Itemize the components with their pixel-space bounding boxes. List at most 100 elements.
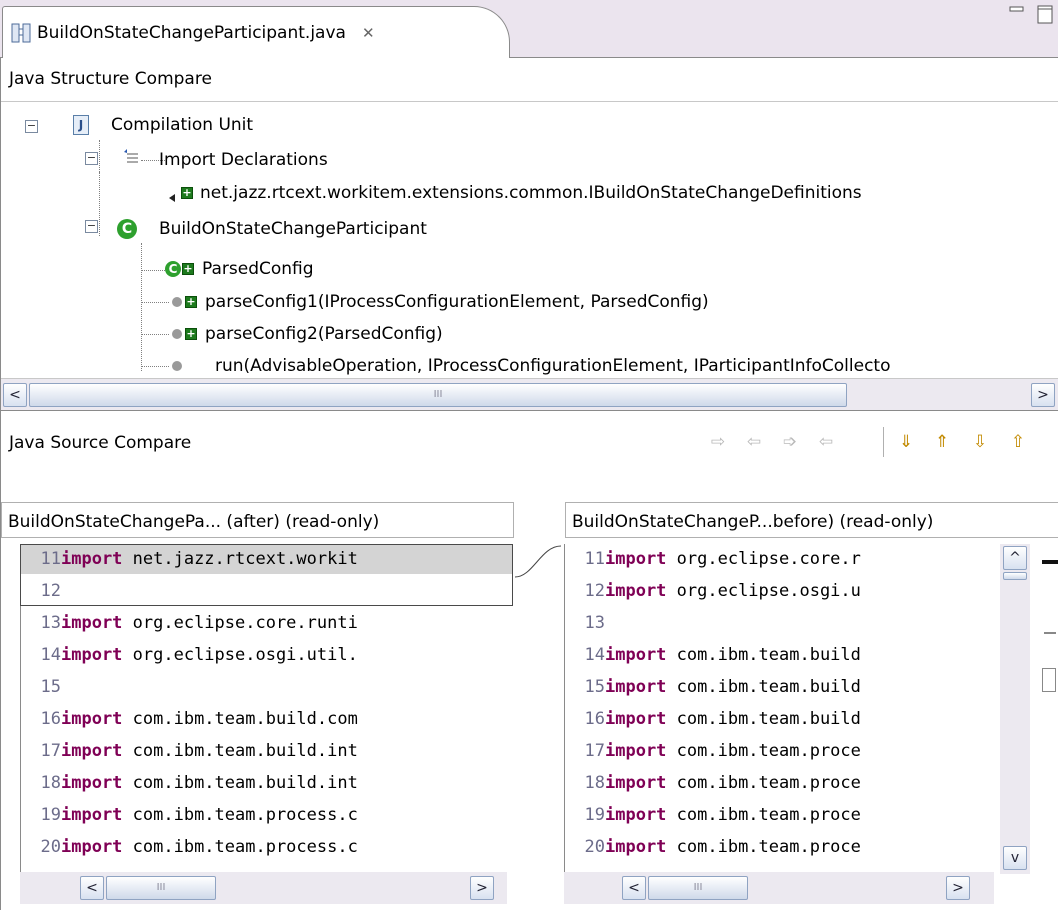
- line-number: 17: [40, 741, 61, 761]
- keyword: import: [61, 741, 123, 761]
- method-icon: [172, 329, 182, 339]
- tree-item-method[interactable]: + parseConfig1(IProcessConfigurationElem…: [169, 287, 709, 317]
- tree-item-compilation-unit[interactable]: J Compilation Unit: [73, 110, 253, 140]
- code-text: com.ibm.team.build.com: [122, 709, 358, 729]
- line-number: 13: [40, 613, 61, 633]
- overview-marker: [1044, 632, 1056, 634]
- diff-region-box: [20, 544, 513, 606]
- code-text: com.ibm.team.proce: [666, 773, 861, 793]
- close-icon[interactable]: ✕: [362, 24, 375, 42]
- keyword: import: [605, 709, 667, 729]
- scroll-left-button[interactable]: <: [3, 383, 27, 407]
- scroll-down-button[interactable]: v: [1003, 846, 1027, 870]
- previous-change-icon[interactable]: ⇧: [1005, 429, 1031, 455]
- minimize-icon[interactable]: [1006, 2, 1028, 16]
- line-number: 20: [40, 837, 61, 857]
- keyword: import: [605, 581, 667, 601]
- diff-connector-gutter: [513, 544, 564, 874]
- tree-item-import-declarations[interactable]: Import Declarations: [123, 145, 328, 175]
- scrollbar-thumb[interactable]: [1003, 572, 1027, 580]
- keyword: import: [605, 549, 667, 569]
- right-code-pane[interactable]: 11import org.eclipse.core.r 12import org.…: [564, 544, 1000, 878]
- copy-all-left-icon[interactable]: ⇦: [741, 429, 767, 455]
- code-text: com.ibm.team.process.c: [122, 837, 358, 857]
- line-number: 17: [584, 741, 605, 761]
- scroll-left-button[interactable]: <: [80, 876, 104, 900]
- tree-item-inner-class[interactable]: C + ParsedConfig: [165, 254, 314, 284]
- line-number: 20: [584, 837, 605, 857]
- collapse-toggle-icon[interactable]: −: [85, 152, 98, 165]
- copy-all-right-icon[interactable]: ⇨: [705, 429, 731, 455]
- keyword: import: [605, 773, 667, 793]
- code-text: org.eclipse.core.runti: [122, 613, 358, 633]
- inner-class-icon: C: [165, 261, 181, 277]
- collapse-toggle-icon[interactable]: −: [25, 120, 38, 133]
- keyword: import: [605, 805, 667, 825]
- left-horizontal-scrollbar[interactable]: < III >: [20, 872, 507, 904]
- code-line: 13: [565, 608, 1000, 638]
- editor-tab[interactable]: BuildOnStateChangeParticipant.java ✕: [2, 6, 510, 58]
- code-line: 19import com.ibm.team.proce: [565, 800, 1000, 830]
- overview-ruler[interactable]: [1034, 544, 1058, 874]
- source-compare-header: Java Source Compare ⇨ ⇦ ➩ ⇦ ⇓ ⇑ ⇩ ⇧: [1, 410, 1058, 496]
- code-line: 20import com.ibm.team.proce: [565, 832, 1000, 862]
- tree-connector: [99, 140, 100, 172]
- code-line: 11import org.eclipse.core.r: [565, 544, 1000, 574]
- code-text: org.eclipse.osgi.util.: [122, 645, 358, 665]
- code-line: 19import com.ibm.team.process.c: [21, 800, 513, 830]
- imports-icon: [123, 148, 141, 172]
- tree-item-method[interactable]: run(AdvisableOperation, IProcessConfigur…: [169, 351, 891, 381]
- tree-connector: [99, 172, 100, 236]
- code-line: 16import com.ibm.team.build: [565, 704, 1000, 734]
- tree-item-import[interactable]: + net.jazz.rtcext.workitem.extensions.co…: [169, 178, 862, 208]
- scroll-right-button[interactable]: >: [470, 876, 494, 900]
- next-difference-icon[interactable]: ⇓: [893, 429, 919, 455]
- copy-right-icon[interactable]: ➩: [777, 429, 803, 455]
- added-icon: +: [185, 295, 197, 308]
- method-icon: [172, 361, 182, 371]
- maximize-icon[interactable]: [1034, 2, 1056, 26]
- line-number: 19: [584, 805, 605, 825]
- next-change-icon[interactable]: ⇩: [967, 429, 993, 455]
- scrollbar-thumb[interactable]: III: [106, 876, 216, 900]
- right-pane-title: BuildOnStateChangeP...before) (read-only…: [565, 502, 1058, 538]
- code-line: 17import com.ibm.team.proce: [565, 736, 1000, 766]
- structure-horizontal-scrollbar[interactable]: < III >: [1, 378, 1058, 410]
- code-text: com.ibm.team.build: [666, 677, 861, 697]
- structure-compare-panel: Java Structure Compare − − − J Compilati…: [0, 58, 1058, 410]
- keyword: import: [605, 645, 667, 665]
- scrollbar-thumb[interactable]: III: [29, 383, 847, 407]
- incoming-arrow-icon: [169, 188, 179, 202]
- left-pane-title: BuildOnStateChangePa... (after) (read-on…: [1, 502, 514, 538]
- code-text: com.ibm.team.build: [666, 709, 861, 729]
- overview-thumb[interactable]: [1042, 668, 1056, 692]
- tree-item-class[interactable]: C BuildOnStateChangeParticipant: [117, 214, 427, 244]
- code-line: 14import com.ibm.team.build: [565, 640, 1000, 670]
- line-number: 16: [584, 709, 605, 729]
- overview-marker: [1042, 560, 1058, 564]
- right-vertical-scrollbar[interactable]: ^ v: [1000, 544, 1030, 874]
- line-number: 18: [40, 773, 61, 793]
- scroll-right-button[interactable]: >: [946, 876, 970, 900]
- code-line: 13import org.eclipse.core.runti: [21, 608, 513, 638]
- code-text: com.ibm.team.proce: [666, 837, 861, 857]
- keyword: import: [605, 741, 667, 761]
- line-number: 15: [40, 677, 61, 697]
- scroll-left-button[interactable]: <: [622, 876, 646, 900]
- code-line: 18import com.ibm.team.build.int: [21, 768, 513, 798]
- tree-item-method[interactable]: + parseConfig2(ParsedConfig): [169, 319, 443, 349]
- line-number: 14: [584, 645, 605, 665]
- scroll-up-button[interactable]: ^: [1003, 546, 1027, 570]
- collapse-toggle-icon[interactable]: −: [85, 220, 98, 233]
- right-horizontal-scrollbar[interactable]: < III >: [564, 872, 994, 904]
- structure-compare-title: Java Structure Compare: [1, 58, 1058, 102]
- line-number: 18: [584, 773, 605, 793]
- scrollbar-thumb[interactable]: III: [648, 876, 748, 900]
- keyword: import: [61, 709, 123, 729]
- scroll-right-button[interactable]: >: [1031, 383, 1055, 407]
- line-number: 15: [584, 677, 605, 697]
- code-line: 20import com.ibm.team.process.c: [21, 832, 513, 862]
- previous-difference-icon[interactable]: ⇑: [929, 429, 955, 455]
- copy-left-icon[interactable]: ⇦: [813, 429, 839, 455]
- code-line: 18import com.ibm.team.proce: [565, 768, 1000, 798]
